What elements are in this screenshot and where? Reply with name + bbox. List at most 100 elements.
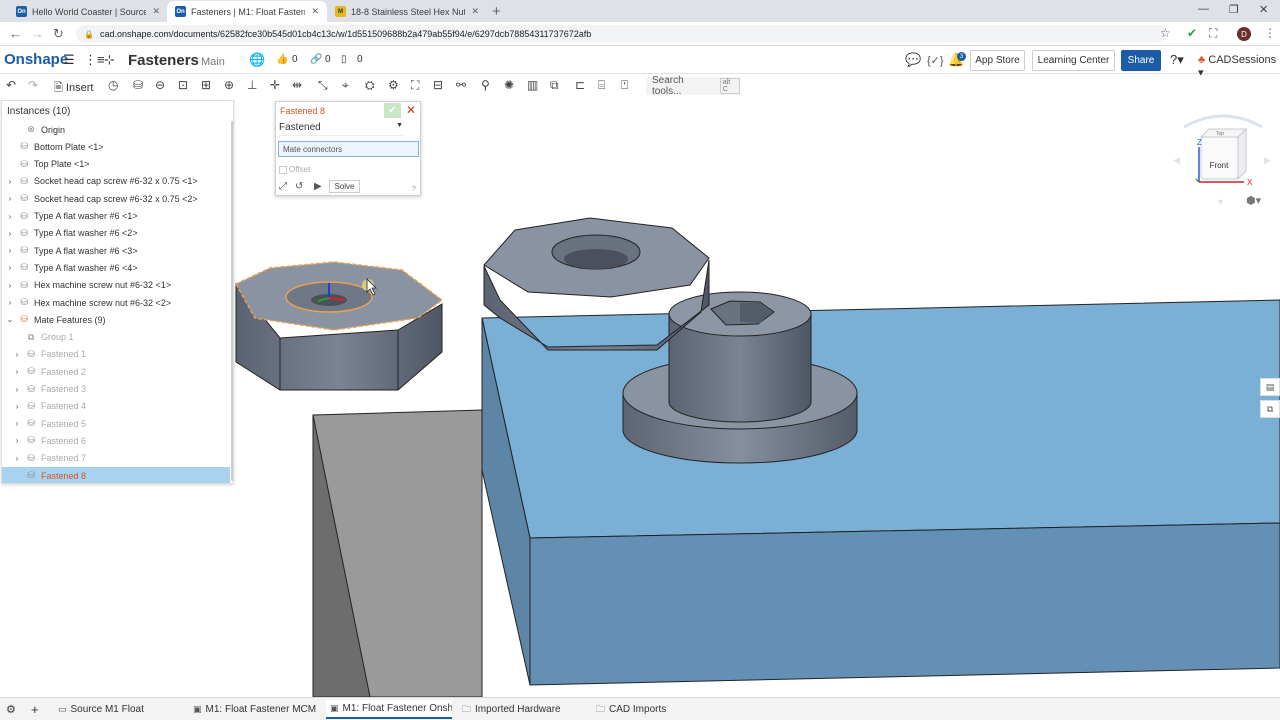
folder-tab[interactable]: 🗀 CAD Imports — [596, 700, 696, 719]
expand-caret-icon[interactable]: › — [13, 454, 21, 463]
browser-tab[interactable]: M 18-8 Stainless Steel Hex Nut, 6-3 ✕ — [327, 1, 487, 22]
view-cube[interactable]: Front Top X Z ◀ ▶ ▼ ⬢▾ — [1168, 105, 1278, 207]
learning-center-button[interactable]: Learning Center — [1032, 50, 1115, 71]
document-title[interactable]: Fasteners — [128, 52, 199, 69]
parallel-mate-icon[interactable]: ⇹ — [292, 78, 302, 92]
url-field[interactable]: 🔒 cad.onshape.com/documents/62582fce30b5… — [76, 25, 1166, 43]
slider-mate-icon[interactable]: ⊡ — [178, 78, 188, 92]
instance-row[interactable]: › ⛁ Type A flat washer #6 <4> — [2, 259, 230, 276]
instance-row[interactable]: › ⛁ Fastened 1 — [2, 346, 230, 363]
instance-row[interactable]: › ⛁ Fastened 5 — [2, 415, 230, 432]
panel-scrollbar[interactable] — [231, 121, 233, 481]
gear-relation-icon[interactable]: ⚙ — [388, 78, 399, 92]
view-cube-front-face[interactable] — [1200, 136, 1239, 180]
expand-caret-icon[interactable]: › — [6, 263, 14, 272]
folder-tab[interactable]: 🗀 Imported Hardware — [462, 700, 584, 719]
share-button[interactable]: Share — [1121, 50, 1161, 71]
new-tab-icon[interactable]: + — [492, 3, 501, 20]
instance-row[interactable]: › ⛁ Socket head cap screw #6-32 x 0.75 <1> — [2, 173, 230, 190]
expand-caret-icon[interactable]: › — [13, 436, 21, 445]
mate-features-folder[interactable]: ⌄ ⛁ Mate Features (9) — [2, 311, 230, 328]
flip-primary-icon[interactable]: ⤢ — [279, 181, 287, 192]
expand-caret-icon[interactable]: › — [6, 212, 14, 221]
section-view-icon[interactable]: ⊏ — [575, 78, 585, 92]
instance-row[interactable]: ⛁ Fastened 8 — [2, 467, 230, 483]
instance-row[interactable]: › ⛁ Type A flat washer #6 <2> — [2, 225, 230, 242]
animate-play-icon[interactable]: ▶ — [314, 181, 322, 192]
instance-row[interactable]: › ⛁ Fastened 2 — [2, 363, 230, 380]
expand-caret-icon[interactable]: › — [6, 298, 14, 307]
replicate-icon[interactable]: ◷ — [108, 78, 118, 92]
comment-icon[interactable]: 💬 — [905, 52, 921, 68]
fastened-mate-icon[interactable]: ⛁ — [133, 78, 143, 92]
instance-row[interactable]: ⛁ Top Plate <1> — [2, 156, 230, 173]
accept-check-icon[interactable]: ✔ — [384, 103, 401, 118]
solve-button[interactable]: Solve — [329, 180, 360, 193]
revolute-mate-icon[interactable]: ⊖ — [155, 78, 165, 92]
bookmark-star-icon[interactable]: ☆ — [1160, 26, 1171, 40]
expand-caret-icon[interactable]: › — [6, 177, 14, 186]
search-tools-input[interactable]: Search tools... alt C — [646, 75, 740, 97]
explode-icon[interactable]: ▥ — [527, 78, 538, 92]
offset-checkbox[interactable] — [279, 166, 287, 174]
copy-icon[interactable]: ▯ — [341, 54, 347, 65]
forward-icon[interactable]: → — [31, 26, 44, 41]
insert-button[interactable]: 🗎 Insert — [54, 79, 93, 98]
instance-row[interactable]: › ⛁ Type A flat washer #6 <1> — [2, 208, 230, 225]
help-icon[interactable]: ? — [412, 186, 416, 193]
instance-row[interactable]: › ⛁ Fastened 7 — [2, 450, 230, 467]
instance-row[interactable]: › ⛁ Type A flat washer #6 <3> — [2, 242, 230, 259]
globe-icon[interactable]: 🌐 — [249, 52, 265, 68]
back-icon[interactable]: ← — [9, 26, 22, 41]
element-tab[interactable]: ▭ Source M1 Float — [58, 700, 180, 719]
planar-mate-icon[interactable]: ⊞ — [201, 78, 211, 92]
named-position-icon[interactable]: ⧉ — [550, 78, 559, 93]
profile-avatar[interactable]: D — [1237, 27, 1251, 41]
measure-icon[interactable]: ⌸ — [598, 78, 605, 93]
element-tab-active[interactable]: ▣ M1: Float Fastener Onsh... — [326, 700, 452, 719]
browser-tab[interactable]: On Hello World Coaster | Source M1 ✕ — [8, 1, 168, 22]
instance-row[interactable]: › ⛁ Fastened 3 — [2, 381, 230, 398]
expand-caret-icon[interactable]: › — [6, 194, 14, 203]
onshape-logo[interactable]: Onshape — [4, 51, 68, 68]
link-icon[interactable]: 🔗 — [310, 54, 322, 65]
expand-caret-icon[interactable]: › — [13, 350, 21, 359]
reload-icon[interactable]: ↻ — [53, 26, 64, 42]
expand-caret-icon[interactable]: › — [13, 402, 21, 411]
feature-list-icon[interactable]: ⋮≡ — [84, 52, 105, 68]
rotate-left-arrow-icon[interactable]: ◀ — [1173, 155, 1180, 165]
pin-slot-mate-icon[interactable]: ⊥ — [247, 78, 257, 92]
expand-caret-icon[interactable]: › — [6, 246, 14, 255]
linear-relation-icon[interactable]: ⚯ — [456, 78, 466, 92]
view-cube-right-face[interactable] — [1237, 127, 1247, 181]
extension-check-icon[interactable]: ✔ — [1187, 26, 1197, 40]
appearance-panel-icon[interactable]: ▤ — [1260, 378, 1280, 396]
expand-caret-icon[interactable]: › — [13, 367, 21, 376]
ball-mate-icon[interactable]: ✛ — [270, 78, 280, 92]
browser-tab-active[interactable]: On Fasteners | M1: Float Fastener Or ✕ — [167, 1, 327, 22]
undo-icon[interactable]: ↶ — [6, 78, 16, 92]
circular-pattern-icon[interactable]: ✺ — [504, 78, 514, 92]
mate-connector-icon[interactable]: ⌖ — [342, 78, 349, 93]
instance-row[interactable]: › ⛁ Fastened 4 — [2, 398, 230, 415]
top-plate-front-face[interactable] — [529, 522, 1280, 686]
expand-caret-icon[interactable]: › — [13, 385, 21, 394]
group-icon[interactable]: ⛭ — [365, 78, 375, 93]
view-options-icon[interactable]: ⬢▾ — [1246, 195, 1262, 207]
close-icon[interactable]: ✕ — [471, 6, 479, 17]
close-icon[interactable]: ✕ — [311, 6, 319, 17]
help-icon[interactable]: ?▾ — [1170, 52, 1184, 68]
instance-row[interactable]: › ⛁ Hex machine screw nut #6-32 <2> — [2, 294, 230, 311]
instance-row[interactable]: › ⛁ Socket head cap screw #6-32 x 0.75 <2> — [2, 190, 230, 207]
branch-name[interactable]: Main — [201, 56, 225, 68]
mate-connectors-field[interactable]: Mate connectors — [278, 141, 419, 157]
rotate-right-arrow-icon[interactable]: ▶ — [1264, 155, 1271, 165]
rotate-down-arrow-icon[interactable]: ▼ — [1216, 197, 1225, 207]
cylindrical-mate-icon[interactable]: ⊕ — [224, 78, 234, 92]
expand-caret-icon[interactable]: ⌄ — [6, 315, 14, 324]
expand-caret-icon[interactable]: › — [6, 229, 14, 238]
instance-row[interactable]: ⧉ Group 1 — [2, 329, 230, 346]
bom-panel-icon[interactable]: ⧉ — [1260, 400, 1280, 418]
instance-row[interactable]: ⊗ Origin — [2, 121, 230, 138]
cancel-x-icon[interactable]: ✕ — [406, 103, 416, 117]
